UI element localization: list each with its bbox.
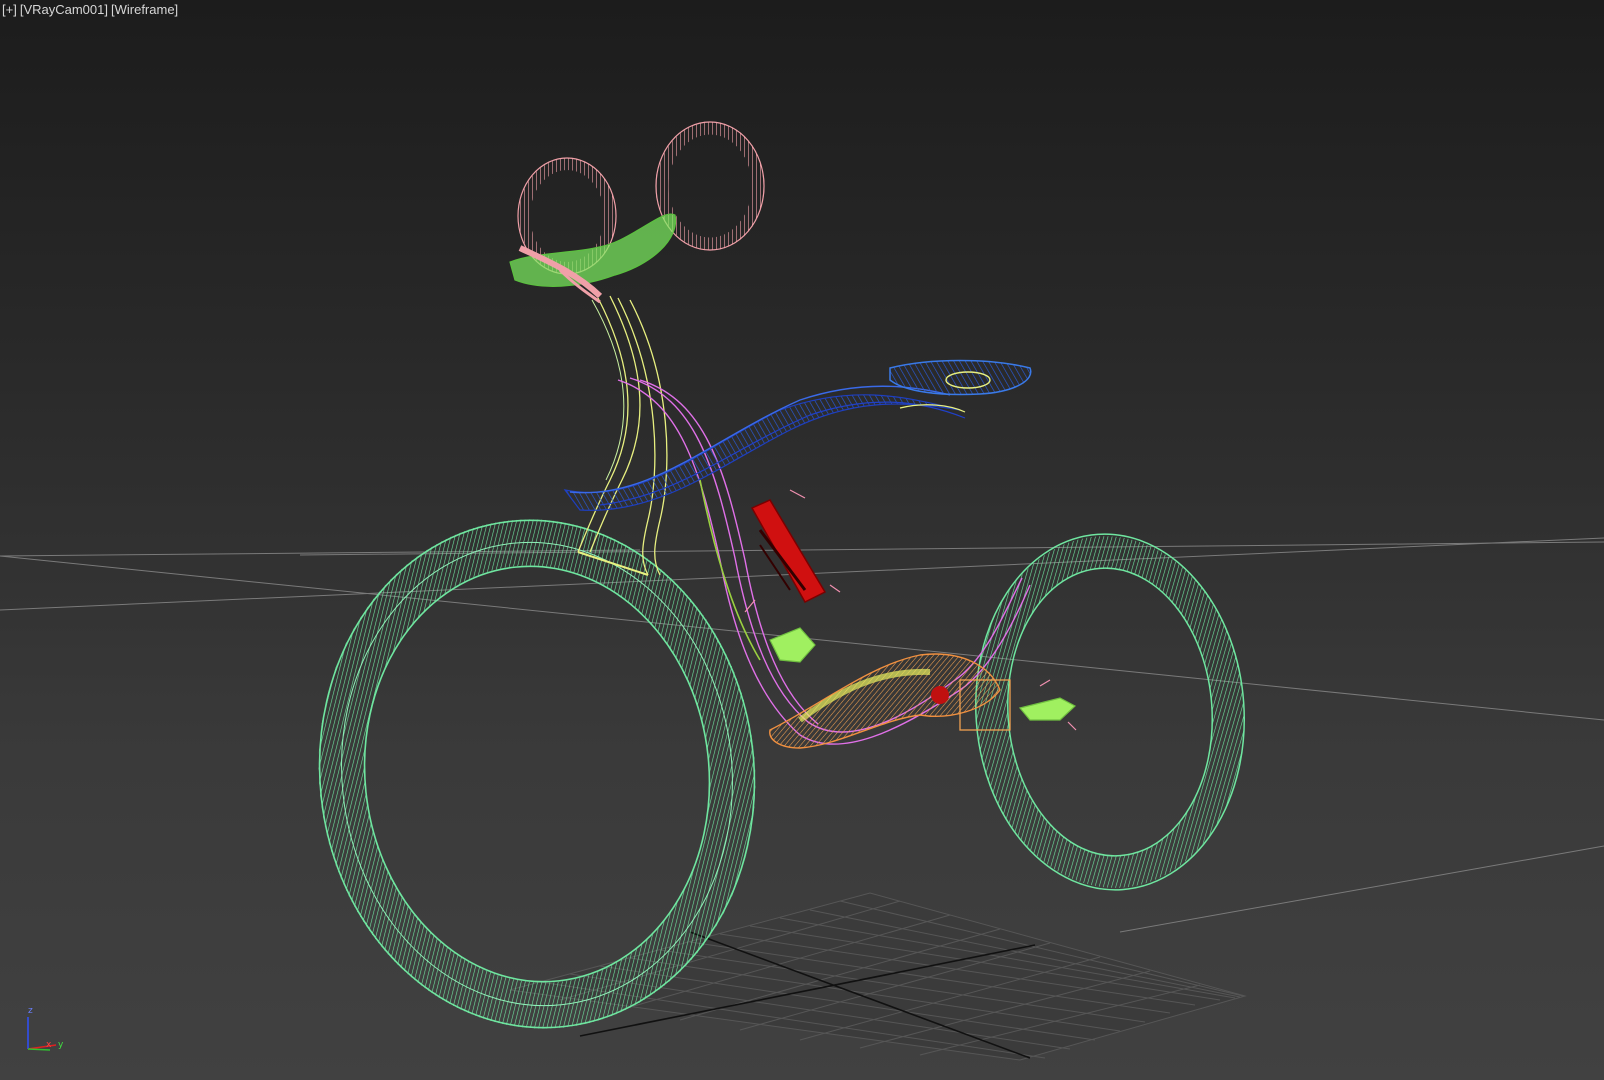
viewport-camera-menu[interactable]: [VRayCam001] [20,1,108,19]
pedal-left[interactable] [769,627,816,663]
axis-tripod-icon: z x y [27,1006,64,1051]
battery[interactable] [744,489,841,613]
axis-x-label: x [46,1040,52,1050]
pedal-right[interactable] [1018,679,1077,731]
perspective-viewport[interactable]: [+] [VRayCam001] [Wireframe] z x y [0,0,1604,1080]
wireframe-scene[interactable] [0,0,1604,1080]
viewport-label: [+] [VRayCam001] [Wireframe] [2,1,178,19]
axis-z-label: z [28,1006,33,1016]
rear-wheel[interactable] [964,525,1256,899]
handlebar-clamp[interactable] [509,213,677,304]
viewport-maximize-menu[interactable]: [+] [2,1,17,19]
seat-beam[interactable] [563,385,966,511]
viewport-shading-menu[interactable]: [Wireframe] [111,1,178,19]
axis-y-label: y [58,1040,64,1050]
crank-housing[interactable] [769,653,1011,749]
